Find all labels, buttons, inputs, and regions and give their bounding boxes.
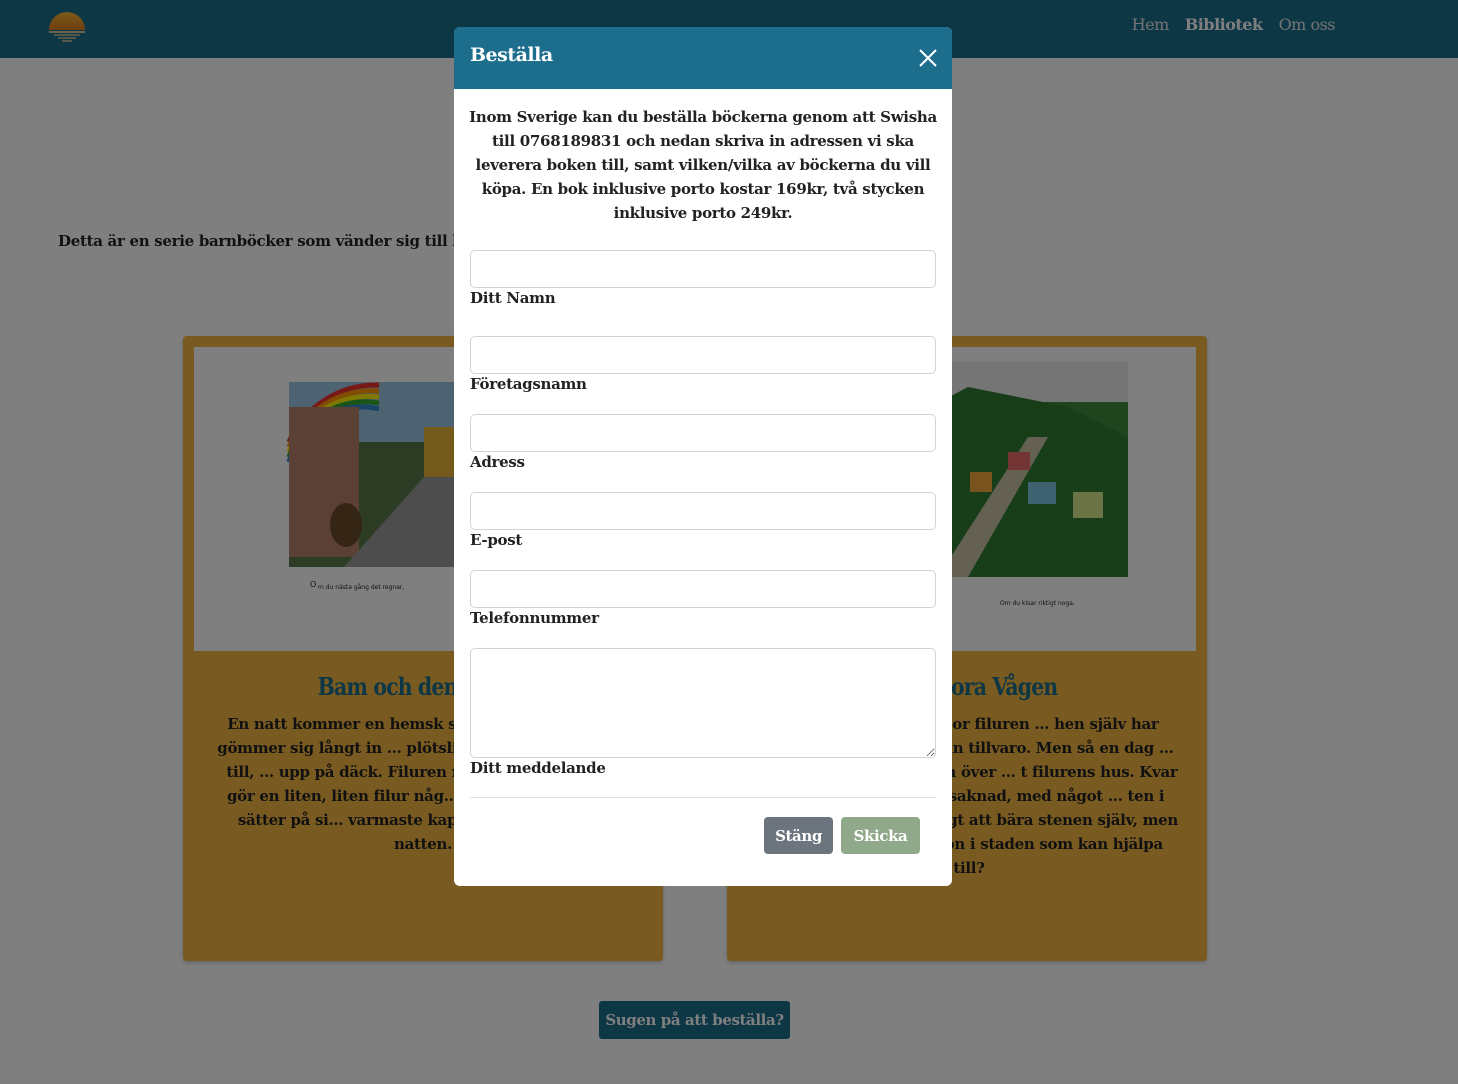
phone-label: Telefonnummer: [470, 609, 599, 627]
email-field[interactable]: [470, 492, 936, 530]
modal-header: Beställa: [454, 27, 952, 89]
address-label: Adress: [470, 453, 525, 471]
message-label: Ditt meddelande: [470, 759, 606, 777]
name-label: Ditt Namn: [470, 289, 556, 307]
order-instructions: Inom Sverige kan du beställa böckerna ge…: [469, 108, 937, 222]
close-icon[interactable]: [918, 48, 938, 68]
name-field[interactable]: [470, 250, 936, 288]
order-modal: Beställa Inom Sverige kan du beställa bö…: [454, 27, 952, 886]
company-field[interactable]: [470, 336, 936, 374]
modal-footer-divider: [470, 797, 936, 798]
close-button[interactable]: Stäng: [764, 817, 833, 854]
company-label: Företagsnamn: [470, 375, 587, 393]
phone-field[interactable]: [470, 570, 936, 608]
modal-title: Beställa: [470, 44, 553, 66]
send-button[interactable]: Skicka: [841, 817, 920, 854]
message-field[interactable]: [470, 648, 936, 758]
email-label: E-post: [470, 531, 523, 549]
address-field[interactable]: [470, 414, 936, 452]
